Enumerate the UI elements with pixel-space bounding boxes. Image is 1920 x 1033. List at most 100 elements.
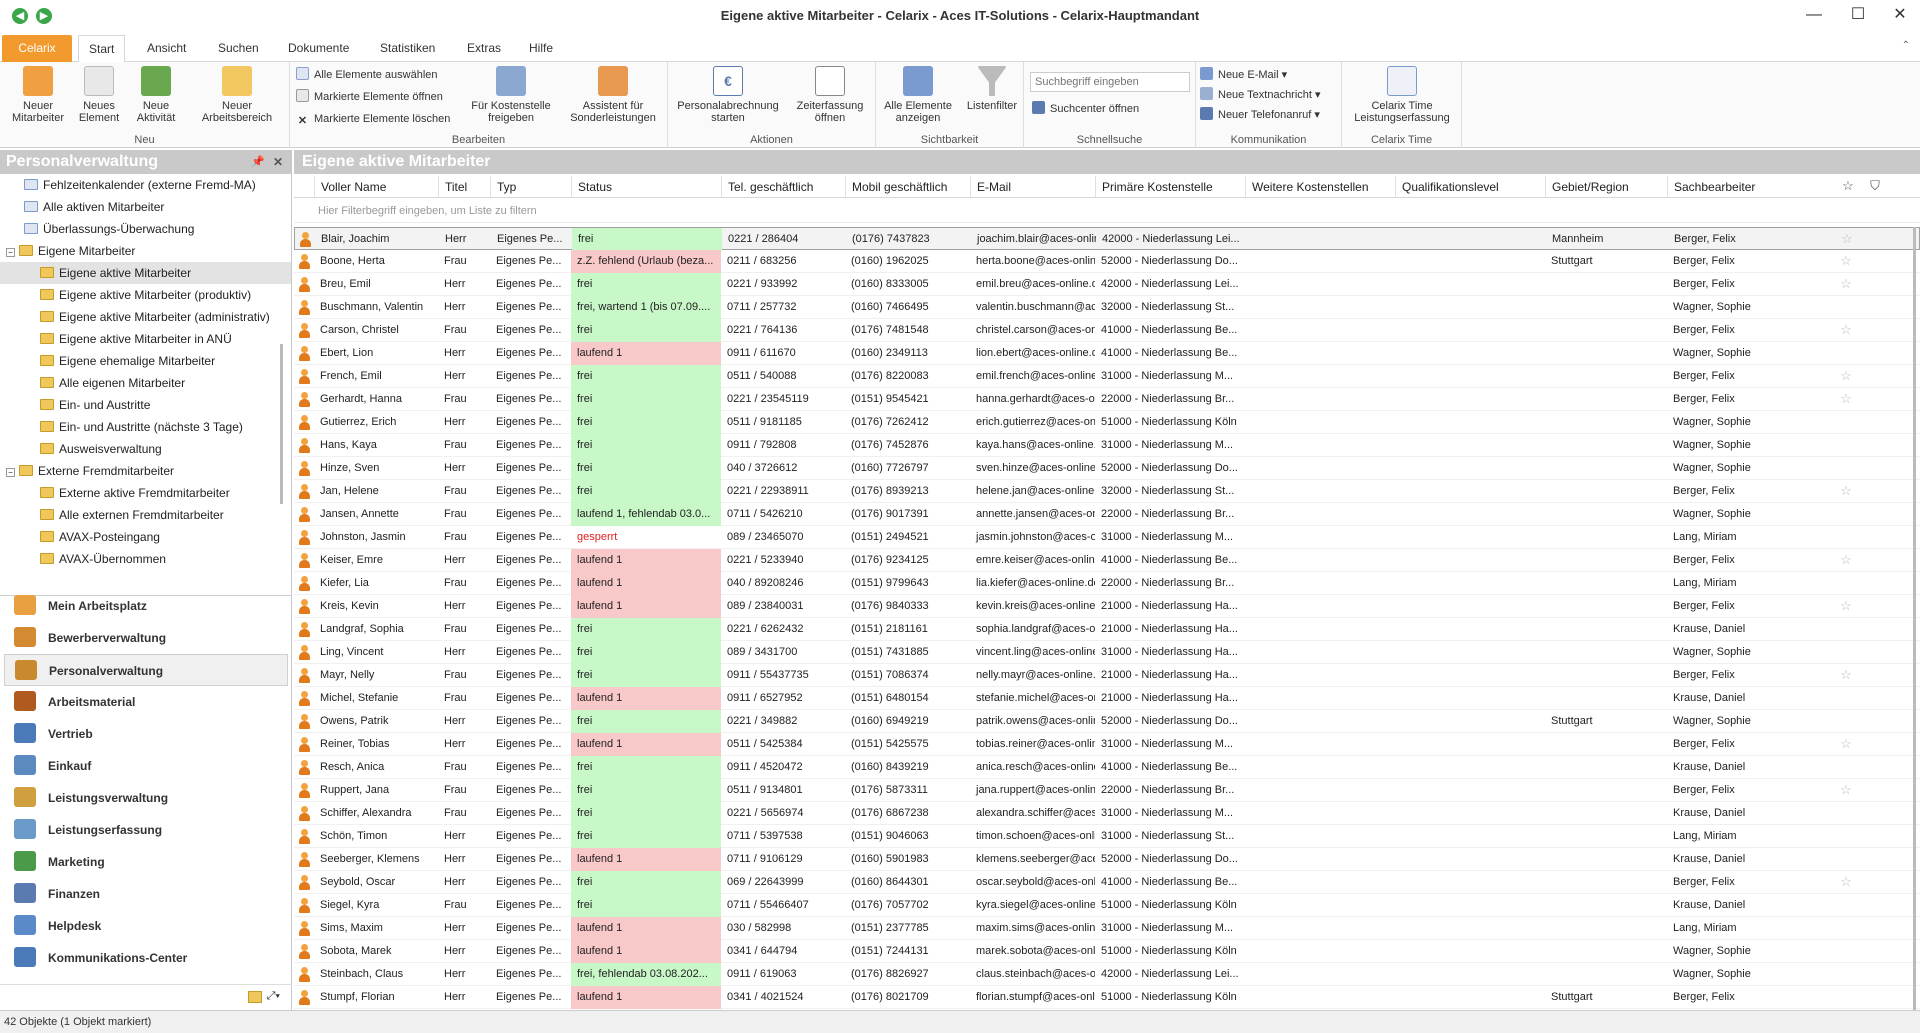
favorite-star-icon[interactable] [1839,438,1853,452]
quick-search-input[interactable] [1030,72,1190,92]
favorite-star-icon[interactable]: ☆ [1839,323,1853,337]
panel-close-icon[interactable]: ✕ [273,150,283,174]
table-row[interactable]: Sims, Maxim Herr Eigenes Pe... laufend 1 030… [294,917,1920,940]
favorite-star-icon[interactable]: ☆ [1839,599,1853,613]
filter-input[interactable]: Hier Filterbegriff eingeben, um Liste zu… [294,199,1920,223]
table-row[interactable]: Boone, Herta Frau Eigenes Pe... z.Z. fehlen… [294,250,1920,273]
tree-item[interactable]: Ein- und Austritte [0,394,291,416]
column-header[interactable]: Primäre Kostenstelle [1095,176,1245,198]
favorite-star-icon[interactable] [1839,760,1853,774]
tab-dokumente[interactable]: Dokumente [278,35,359,62]
tree-item[interactable]: AVAX-Posteingang [0,526,291,548]
table-row[interactable]: Buschmann, Valentin Herr Eigenes Pe... frei… [294,296,1920,319]
module-item[interactable]: Helpdesk [4,910,288,942]
table-row[interactable]: Keiser, Emre Herr Eigenes Pe... laufend 1 02… [294,549,1920,572]
tree-item[interactable]: Eigene ehemalige Mitarbeiter [0,350,291,372]
search-center-button[interactable]: Suchcenter öffnen [1032,100,1139,118]
favorite-star-icon[interactable] [1839,967,1853,981]
select-all-button[interactable]: Alle Elemente auswählen [296,66,438,84]
table-row[interactable]: Gerhardt, Hanna Frau Eigenes Pe... frei 0221… [294,388,1920,411]
favorite-star-icon[interactable]: ☆ [1839,392,1853,406]
folder-icon[interactable] [248,991,262,1003]
collapse-ribbon-icon[interactable]: ⌃ [1902,40,1910,51]
maximize-icon[interactable]: ☐ [1838,4,1878,28]
table-row[interactable]: Seybold, Oscar Herr Eigenes Pe... frei 069 /… [294,871,1920,894]
tree-item[interactable]: Überlassungs-Überwachung [0,218,291,240]
table-row[interactable]: French, Emil Herr Eigenes Pe... frei 0511 / … [294,365,1920,388]
table-row[interactable]: Hans, Kaya Frau Eigenes Pe... frei 0911 / 79… [294,434,1920,457]
tab-ansicht[interactable]: Ansicht [137,35,196,62]
table-row[interactable]: Blair, Joachim Herr Eigenes Pe... frei 0221 … [294,227,1920,251]
tree-item[interactable]: Alle eigenen Mitarbeiter [0,372,291,394]
minimize-icon[interactable]: — [1794,4,1834,28]
favorite-star-icon[interactable]: ☆ [1840,232,1854,246]
module-item[interactable]: Bewerberverwaltung [4,622,288,654]
tab-celarix[interactable]: Celarix [2,35,72,62]
favorite-star-icon[interactable] [1839,507,1853,521]
special-services-wizard-button[interactable]: Assistent für Sonderleistungen [564,66,662,124]
favorite-star-icon[interactable] [1839,829,1853,843]
favorite-star-icon[interactable] [1839,461,1853,475]
favorite-star-icon[interactable]: ☆ [1839,875,1853,889]
tree-item[interactable]: Eigene aktive Mitarbeiter in ANÜ [0,328,291,350]
tab-suchen[interactable]: Suchen [208,35,269,62]
favorite-star-icon[interactable]: ☆ [1839,484,1853,498]
tree-item[interactable]: Alle aktiven Mitarbeiter [0,196,291,218]
table-row[interactable]: Landgraf, Sophia Frau Eigenes Pe... frei 022… [294,618,1920,641]
table-row[interactable]: Reiner, Tobias Herr Eigenes Pe... laufend 1… [294,733,1920,756]
favorite-star-icon[interactable] [1839,944,1853,958]
favorite-star-icon[interactable]: ☆ [1839,369,1853,383]
column-header[interactable]: Weitere Kostenstellen [1245,176,1395,198]
vertical-scrollbar[interactable] [1913,227,1916,1017]
tab-start[interactable]: Start [78,35,126,63]
favorite-star-icon[interactable] [1839,921,1853,935]
column-header[interactable]: Titel [438,176,490,198]
favorite-star-icon[interactable]: ☆ [1839,553,1853,567]
favorite-star-icon[interactable]: ☆ [1839,783,1853,797]
module-item[interactable]: Einkauf [4,750,288,782]
new-workspace-button[interactable]: Neuer Arbeitsbereich [192,66,282,124]
module-item[interactable]: Marketing [4,846,288,878]
table-row[interactable]: Gutierrez, Erich Herr Eigenes Pe... frei 051… [294,411,1920,434]
module-item[interactable]: Leistungserfassung [4,814,288,846]
table-row[interactable]: Owens, Patrik Herr Eigenes Pe... frei 0221 /… [294,710,1920,733]
delete-marked-button[interactable]: ✕ Markierte Elemente löschen [296,110,450,128]
celarix-time-button[interactable]: Celarix Time Leistungserfassung [1346,66,1458,124]
collapse-icon[interactable]: − [6,248,15,257]
table-row[interactable]: Ling, Vincent Herr Eigenes Pe... frei 089 / … [294,641,1920,664]
tab-hilfe[interactable]: Hilfe [519,35,563,62]
column-header[interactable]: Sachbearbeiter [1667,176,1772,198]
new-activity-button[interactable]: Neue Aktivität [128,66,184,124]
favorite-star-icon[interactable] [1839,415,1853,429]
favorite-star-icon[interactable] [1839,530,1853,544]
new-phone-call-button[interactable]: Neuer Telefonanruf ▾ [1200,106,1320,124]
tree-item[interactable]: Eigene aktive Mitarbeiter (administrativ… [0,306,291,328]
module-item[interactable]: Mein Arbeitsplatz [4,590,288,622]
tree-item[interactable]: Ein- und Austritte (nächste 3 Tage) [0,416,291,438]
favorite-star-icon[interactable] [1839,576,1853,590]
payroll-start-button[interactable]: € Personalabrechnung starten [674,66,782,124]
table-row[interactable]: Kiefer, Lia Frau Eigenes Pe... laufend 1 040… [294,572,1920,595]
table-row[interactable]: Seeberger, Klemens Herr Eigenes Pe... laufe… [294,848,1920,871]
favorite-star-icon[interactable]: ☆ [1839,277,1853,291]
table-row[interactable]: Schiffer, Alexandra Frau Eigenes Pe... frei… [294,802,1920,825]
module-item[interactable]: Finanzen [4,878,288,910]
tree-item[interactable]: − Eigene Mitarbeiter [0,240,291,262]
column-header[interactable]: Mobil geschäftlich [845,176,970,198]
table-row[interactable]: Michel, Stefanie Frau Eigenes Pe... laufend… [294,687,1920,710]
column-header[interactable]: Gebiet/Region [1545,176,1667,198]
filter-column-icon[interactable]: ⛉ [1868,179,1882,193]
favorite-star-icon[interactable]: ☆ [1839,668,1853,682]
tree-item[interactable]: AVAX-Übernommen [0,548,291,570]
tree-item[interactable]: Fehlzeitenkalender (externe Fremd-MA) [0,174,291,196]
configure-icon[interactable]: ⤢▾ [267,990,280,1003]
column-header[interactable]: Qualifikationslevel [1395,176,1545,198]
table-row[interactable]: Carson, Christel Frau Eigenes Pe... frei 022… [294,319,1920,342]
collapse-icon[interactable]: − [6,468,15,477]
table-row[interactable]: Hinze, Sven Herr Eigenes Pe... frei 040 / 37… [294,457,1920,480]
table-row[interactable]: Mayr, Nelly Frau Eigenes Pe... frei 0911 / 5… [294,664,1920,687]
tree-item[interactable]: Eigene aktive Mitarbeiter (produktiv) [0,284,291,306]
table-row[interactable]: Steinbach, Claus Herr Eigenes Pe... frei, f… [294,963,1920,986]
tree-item[interactable]: − Externe Fremdmitarbeiter [0,460,291,482]
column-header[interactable]: Typ [490,176,565,198]
